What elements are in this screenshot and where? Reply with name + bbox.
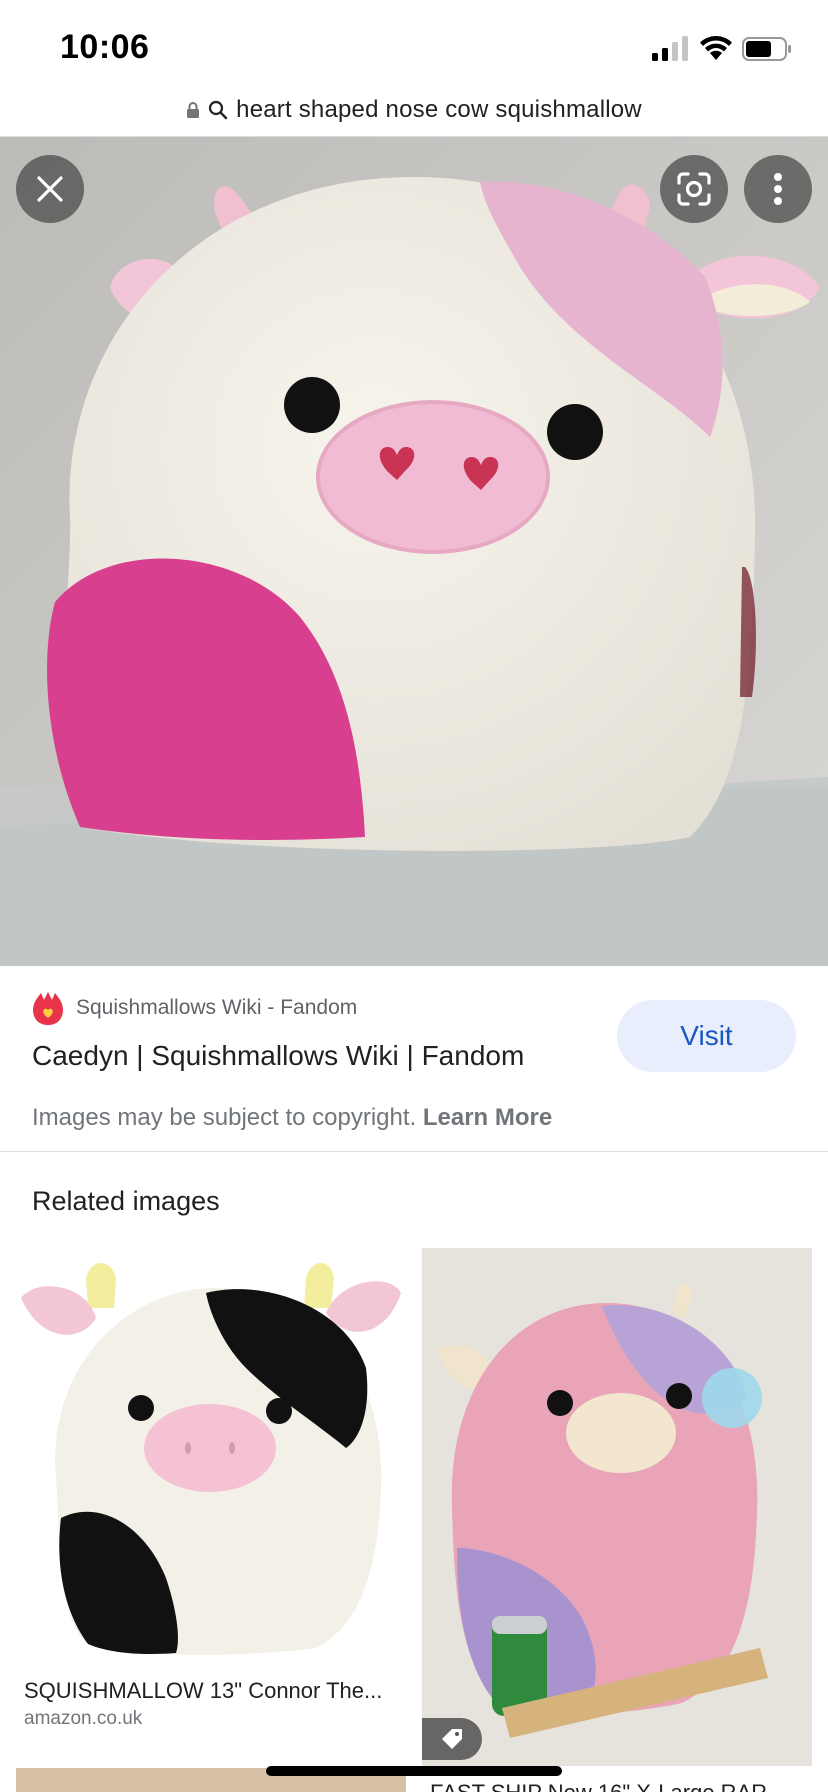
more-options-button[interactable]	[744, 155, 812, 223]
related-images-heading: Related images	[32, 1186, 220, 1216]
result-title[interactable]: Caedyn | Squishmallows Wiki | Fandom	[32, 1040, 524, 1072]
lock-icon	[187, 102, 200, 118]
close-button[interactable]	[16, 155, 84, 223]
related-image-2-title[interactable]: FAST SHIP New 16" X-Large RAR	[430, 1780, 810, 1792]
price-tag-icon	[442, 1729, 462, 1749]
copyright-text: Images may be subject to copyright.	[32, 1104, 417, 1131]
main-image[interactable]	[0, 137, 828, 966]
close-icon	[37, 176, 63, 202]
google-lens-icon	[677, 172, 711, 206]
related-image-1-source: amazon.co.uk	[24, 1708, 143, 1729]
learn-more-link[interactable]: Learn More	[423, 1104, 552, 1131]
cow-squishmallow-thumbnail-black	[16, 1248, 406, 1664]
fandom-logo-icon	[33, 992, 63, 1025]
related-image-1-title[interactable]: SQUISHMALLOW 13" Connor The...	[24, 1678, 402, 1704]
related-image-2[interactable]	[422, 1248, 812, 1766]
source-name: Squishmallows Wiki - Fandom	[76, 996, 358, 1019]
related-image-1[interactable]	[16, 1248, 406, 1664]
more-vertical-icon	[774, 173, 782, 205]
pink-cow-squishmallow-thumbnail	[422, 1248, 812, 1766]
source-row[interactable]: Squishmallows Wiki - Fandom	[32, 990, 357, 1026]
status-time: 10:06	[60, 28, 150, 66]
cow-squishmallow-image	[0, 137, 828, 966]
cellular-signal-icon	[652, 36, 688, 61]
search-query: heart shaped nose cow squishmallow	[236, 96, 642, 123]
search-icon	[209, 100, 228, 120]
product-tag-badge[interactable]	[422, 1718, 482, 1760]
home-indicator[interactable]	[266, 1766, 562, 1776]
section-divider	[0, 1151, 828, 1152]
visit-button[interactable]: Visit	[617, 1000, 796, 1072]
status-bar: 10:06	[0, 0, 828, 88]
copyright-notice: Images may be subject to copyright. Lear…	[32, 1104, 552, 1132]
battery-icon	[742, 37, 791, 61]
wifi-icon	[700, 36, 732, 60]
lens-button[interactable]	[660, 155, 728, 223]
address-bar[interactable]: heart shaped nose cow squishmallow	[0, 84, 828, 136]
